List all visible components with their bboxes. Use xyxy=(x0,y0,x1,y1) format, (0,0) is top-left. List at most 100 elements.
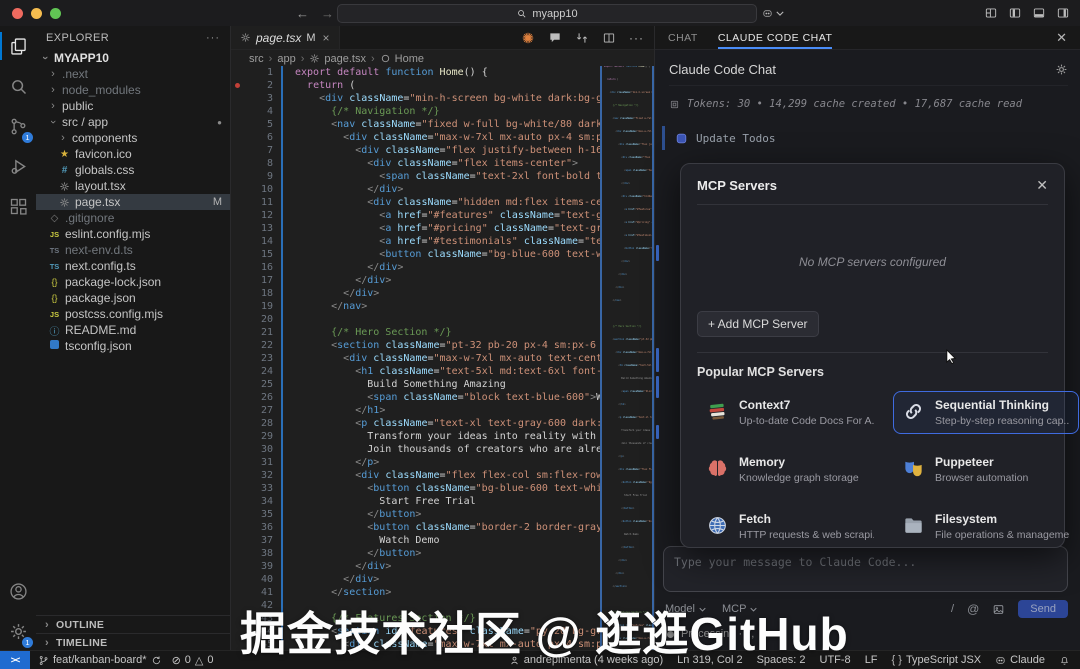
chat-block-marker xyxy=(656,376,659,398)
tree-item-next-config-ts[interactable]: TS next.config.ts xyxy=(36,258,230,274)
run-debug-icon[interactable] xyxy=(0,146,36,186)
globe-icon xyxy=(706,512,729,537)
extensions-icon[interactable] xyxy=(0,186,36,226)
command-center-search[interactable]: myapp10 xyxy=(337,4,757,23)
tree-item-page-tsx[interactable]: page.tsx M xyxy=(36,194,230,210)
customize-layout-icon[interactable] xyxy=(984,6,998,20)
status-item-lf[interactable]: LF xyxy=(865,654,878,666)
account-icon[interactable] xyxy=(0,571,36,611)
status-item-claude[interactable]: Claude xyxy=(995,654,1045,666)
tree-item-eslint-config-mjs[interactable]: JS eslint.config.mjs xyxy=(36,226,230,242)
chevron-right-icon: › xyxy=(45,618,49,631)
remote-indicator[interactable]: >< xyxy=(0,651,30,669)
folder-icon xyxy=(902,512,925,537)
tree-item-package-lock-json[interactable]: {} package-lock.json xyxy=(36,274,230,290)
bell-icon xyxy=(1059,655,1070,666)
tab-close-icon[interactable]: × xyxy=(323,31,330,45)
modal-close-icon[interactable]: ✕ xyxy=(1036,177,1048,194)
code-area[interactable]: 1 2 3 4 5 6 7 8 9 10 11 12 13 14 15 16 17 18 19 20 21 22 23 24 2… xyxy=(231,66,604,651)
toggle-primary-sidebar-icon[interactable] xyxy=(1008,6,1022,20)
status-item-typescript-jsx[interactable]: { } TypeScript JSX xyxy=(892,654,982,666)
minimize-window-button[interactable] xyxy=(31,7,42,19)
link-icon xyxy=(902,398,925,423)
window-controls xyxy=(12,7,61,19)
nav-forward-icon[interactable]: → xyxy=(321,6,334,21)
tree-item-src-app[interactable]: › src / app ● xyxy=(36,114,230,130)
tree-item-package-json[interactable]: {} package.json xyxy=(36,290,230,306)
settings-gear-icon[interactable]: 1 xyxy=(0,611,36,651)
tree-item-favicon-ico[interactable]: ★ favicon.ico xyxy=(36,146,230,162)
mcp-card-sequential-thinking[interactable]: Sequential Thinking Step-by-step reasonin… xyxy=(893,391,1079,434)
search-sidebar-icon[interactable] xyxy=(0,66,36,106)
toggle-panel-icon[interactable] xyxy=(1032,6,1046,20)
close-window-button[interactable] xyxy=(12,7,23,19)
mcp-card-filesystem[interactable]: Filesystem File operations & management xyxy=(893,505,1079,548)
chevron-right-icon: › xyxy=(61,132,65,144)
breadcrumb-item[interactable]: app xyxy=(277,53,295,65)
add-mcp-server-button[interactable]: + Add MCP Server xyxy=(697,311,819,337)
send-button[interactable]: Send xyxy=(1018,600,1068,618)
sidebar-bottom-sections: › OUTLINE › TIMELINE xyxy=(36,615,230,651)
tab-page-tsx[interactable]: page.tsx M × xyxy=(231,26,340,49)
search-icon xyxy=(516,8,527,19)
problems-item[interactable]: ⊘ 0 △ 0 xyxy=(172,654,214,667)
breadcrumb-item[interactable]: page.tsx xyxy=(309,53,366,65)
mcp-card-context7[interactable]: Context7 Up-to-date Code Docs For A... xyxy=(697,391,883,434)
status-item-bell[interactable] xyxy=(1059,655,1070,666)
tree-item-next-env-d-ts[interactable]: TS next-env.d.ts xyxy=(36,242,230,258)
copilot-menu[interactable] xyxy=(762,8,784,19)
mcp-card-memory[interactable]: Memory Knowledge graph storage xyxy=(697,448,883,491)
tree-item-globals-css[interactable]: # globals.css xyxy=(36,162,230,178)
mcp-card-puppeteer[interactable]: Puppeteer Browser automation xyxy=(893,448,1079,491)
tree-item-layout-tsx[interactable]: layout.tsx xyxy=(36,178,230,194)
editor-group: page.tsx M × ··· src › app › page.tsx › Home 1… xyxy=(231,26,654,651)
tree-item-node-modules[interactable]: › node_modules xyxy=(36,82,230,98)
source-control-icon[interactable]: 1 xyxy=(0,106,36,146)
tree-root[interactable]: › MYAPP10 xyxy=(36,50,230,66)
tree-item-components[interactable]: › components xyxy=(36,130,230,146)
explorer-more-icon[interactable]: ··· xyxy=(206,32,220,44)
errors-icon: ⊘ xyxy=(171,654,181,667)
breadcrumb-item[interactable]: Home xyxy=(380,53,424,65)
nav-back-icon[interactable]: ← xyxy=(296,6,309,21)
chat-message-input[interactable] xyxy=(663,546,1068,592)
mouse-cursor xyxy=(944,349,959,364)
explorer-icon[interactable] xyxy=(0,26,36,66)
comment-icon[interactable] xyxy=(548,31,562,45)
chat-tab-claude-code-chat[interactable]: CLAUDE CODE CHAT xyxy=(717,26,833,49)
todo-tool-item[interactable]: Update Todos xyxy=(662,126,775,150)
breadcrumb-item[interactable]: src xyxy=(249,53,264,65)
claude-sparkle-icon[interactable] xyxy=(521,31,535,45)
chat-block-marker xyxy=(656,348,659,372)
tree-item-postcss-config-mjs[interactable]: JS postcss.config.mjs xyxy=(36,306,230,322)
chevron-right-icon: › xyxy=(51,100,55,112)
split-editor-icon[interactable] xyxy=(602,31,616,45)
minimap[interactable]: export default function Home() { return … xyxy=(600,66,654,651)
books-icon xyxy=(706,398,729,423)
section-timeline[interactable]: › TIMELINE xyxy=(36,633,230,651)
compare-changes-icon[interactable] xyxy=(575,31,589,45)
mcp-card-fetch[interactable]: Fetch HTTP requests & web scrapi... xyxy=(697,505,883,548)
source-control-badge: 1 xyxy=(22,132,33,143)
explorer-sidebar: EXPLORER ··· › MYAPP10 › .next › node_modul… xyxy=(36,26,231,651)
tree-item-readme-md[interactable]: ⓘ README.md xyxy=(36,322,230,338)
git-branch-icon xyxy=(38,655,49,666)
section-outline[interactable]: › OUTLINE xyxy=(36,615,230,633)
tree-item-public[interactable]: › public xyxy=(36,98,230,114)
tree-item--gitignore[interactable]: ◇ .gitignore xyxy=(36,210,230,226)
file-gear-icon xyxy=(240,32,251,43)
mention-button[interactable]: @ xyxy=(967,602,979,616)
minimap-content: export default function Home() { return … xyxy=(604,66,654,651)
chat-settings-gear-icon[interactable] xyxy=(1055,63,1068,76)
panel-close-icon[interactable]: ✕ xyxy=(1056,30,1067,46)
tree-item--next[interactable]: › .next xyxy=(36,66,230,82)
git-branch-item[interactable]: feat/kanban-board* xyxy=(38,654,162,666)
tree-item-tsconfig-json[interactable]: tsconfig.json xyxy=(36,338,230,354)
checkbox-icon xyxy=(675,132,688,145)
chat-tab-chat[interactable]: CHAT xyxy=(668,26,698,49)
editor-more-icon[interactable]: ··· xyxy=(629,31,644,45)
toggle-secondary-sidebar-icon[interactable] xyxy=(1056,6,1070,20)
slash-command-button[interactable]: / xyxy=(951,603,954,615)
maximize-window-button[interactable] xyxy=(50,7,61,19)
attach-image-icon[interactable] xyxy=(992,603,1005,616)
